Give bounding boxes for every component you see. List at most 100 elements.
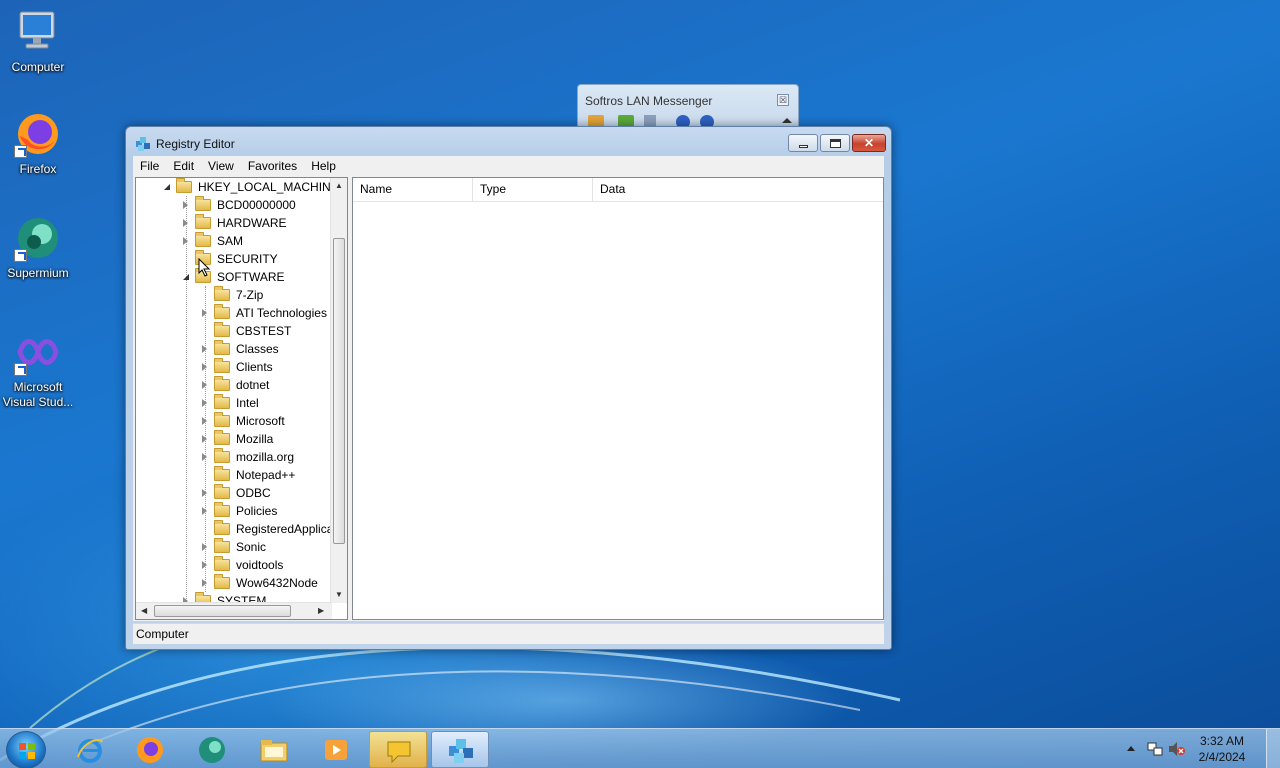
- folder-icon: [195, 196, 211, 211]
- folder-icon: [214, 484, 230, 499]
- scroll-thumb[interactable]: [333, 238, 345, 544]
- taskbar-supermium[interactable]: [183, 731, 241, 768]
- taskbar-file-explorer[interactable]: [245, 731, 303, 768]
- registry-editor-window[interactable]: Registry Editor ✕ File Edit View Favorit…: [125, 126, 892, 650]
- expand-arrow-icon[interactable]: [202, 579, 207, 587]
- maximize-icon: [830, 139, 841, 148]
- minimize-button[interactable]: [788, 134, 818, 152]
- tree-node-label: Clients: [236, 360, 273, 374]
- registry-editor-icon: [136, 137, 150, 151]
- expand-arrow-icon[interactable]: [202, 381, 207, 389]
- menu-view[interactable]: View: [201, 159, 241, 173]
- expand-arrow-icon[interactable]: [202, 543, 207, 551]
- taskbar-firefox[interactable]: [121, 731, 179, 768]
- show-desktop-button[interactable]: [1266, 729, 1280, 768]
- close-button[interactable]: ✕: [852, 134, 886, 152]
- taskbar-lan-messenger[interactable]: [369, 731, 427, 768]
- file-explorer-icon: [260, 740, 288, 762]
- maximize-button[interactable]: [820, 134, 850, 152]
- expand-arrow-icon[interactable]: [202, 435, 207, 443]
- menu-favorites[interactable]: Favorites: [241, 159, 304, 173]
- tree-node-label: Policies: [236, 504, 278, 518]
- tree-node-label: CBSTEST: [236, 324, 292, 338]
- expand-arrow-icon[interactable]: [202, 309, 207, 317]
- show-hidden-icons-icon[interactable]: [1127, 746, 1135, 751]
- folder-icon: [214, 520, 230, 535]
- taskbar-registry-editor[interactable]: [431, 731, 489, 768]
- folder-icon: [214, 538, 230, 553]
- key-tree[interactable]: HKEY_LOCAL_MACHINE BCD00000000 HARDWARE …: [135, 177, 348, 620]
- expand-arrow-icon[interactable]: [202, 399, 207, 407]
- folder-icon: [214, 322, 230, 337]
- taskbar-media-player[interactable]: [307, 731, 365, 768]
- scroll-right-icon[interactable]: ▶: [318, 606, 324, 615]
- visual-studio-icon: [14, 328, 62, 376]
- title-bar[interactable]: Registry Editor ✕: [126, 127, 891, 157]
- taskbar-internet-explorer[interactable]: [61, 731, 119, 768]
- tree-node-label: ATI Technologies: [236, 306, 327, 320]
- expand-arrow-icon[interactable]: [202, 453, 207, 461]
- tree-node-label: Wow6432Node: [236, 576, 318, 590]
- tree-node-label: RegisteredApplica: [236, 522, 334, 536]
- desktop-icon-label-line2: Visual Stud...: [2, 395, 74, 409]
- clock-date: 2/4/2024: [1198, 750, 1246, 764]
- folder-icon: [214, 376, 230, 391]
- tree-node-label: Sonic: [236, 540, 267, 554]
- folder-icon: [214, 466, 230, 481]
- scroll-left-icon[interactable]: ◀: [141, 606, 147, 615]
- expand-arrow-icon[interactable]: [202, 417, 207, 425]
- clock-time: 3:32 AM: [1199, 734, 1245, 748]
- media-player-icon: [325, 740, 347, 760]
- folder-icon: [214, 574, 230, 589]
- clock[interactable]: 3:32 AM 2/4/2024: [1192, 733, 1252, 765]
- editor-body: HKEY_LOCAL_MACHINE BCD00000000 HARDWARE …: [133, 176, 884, 621]
- collapse-icon[interactable]: [782, 118, 792, 123]
- folder-icon: [214, 556, 230, 571]
- desktop-icon-supermium[interactable]: Supermium: [0, 214, 76, 281]
- expand-arrow-icon[interactable]: [183, 219, 188, 227]
- menu-file[interactable]: File: [133, 159, 166, 173]
- tree-node-label: 7-Zip: [236, 288, 264, 302]
- volume-muted-icon[interactable]: [1168, 741, 1186, 757]
- collapse-arrow-icon[interactable]: [183, 274, 189, 280]
- tree-node-label: HKEY_LOCAL_MACHINE: [198, 180, 339, 194]
- desktop-icon-visual-studio[interactable]: Microsoft Visual Stud...: [0, 328, 76, 410]
- value-list[interactable]: Name Type Data: [352, 177, 884, 620]
- folder-icon: [214, 358, 230, 373]
- tree-horizontal-scrollbar[interactable]: ◀ ▶: [136, 602, 332, 619]
- scroll-up-icon[interactable]: ▲: [335, 181, 343, 190]
- tree-vertical-scrollbar[interactable]: ▲ ▼: [330, 178, 347, 603]
- scroll-down-icon[interactable]: ▼: [335, 590, 343, 599]
- network-icon[interactable]: [1147, 741, 1163, 757]
- tree-node-label: ODBC: [236, 486, 271, 500]
- tree-node-label: SAM: [217, 234, 244, 248]
- supermium-icon: [14, 214, 62, 262]
- taskbar: 3:32 AM 2/4/2024: [0, 728, 1280, 768]
- expand-arrow-icon[interactable]: [202, 507, 207, 515]
- collapse-arrow-icon[interactable]: [164, 184, 170, 190]
- expand-arrow-icon[interactable]: [202, 489, 207, 497]
- expand-arrow-icon[interactable]: [202, 363, 207, 371]
- column-header-data[interactable]: Data: [593, 178, 883, 201]
- expand-arrow-icon[interactable]: [183, 201, 188, 209]
- expand-arrow-icon[interactable]: [183, 237, 188, 245]
- column-header-type[interactable]: Type: [473, 178, 593, 201]
- start-button[interactable]: [6, 731, 46, 768]
- desktop-icon-label-line1: Microsoft: [13, 380, 63, 394]
- lan-messenger-window[interactable]: Softros LAN Messenger ☒: [577, 84, 799, 132]
- windows-logo-icon: [19, 743, 35, 759]
- shortcut-arrow-icon: [14, 363, 27, 376]
- desktop-icon-label: Supermium: [7, 266, 69, 280]
- menu-edit[interactable]: Edit: [166, 159, 201, 173]
- lan-messenger-close-button[interactable]: ☒: [777, 94, 789, 106]
- folder-icon: [214, 412, 230, 427]
- firefox-icon: [137, 737, 163, 763]
- menu-help[interactable]: Help: [304, 159, 343, 173]
- desktop-icon-firefox[interactable]: Firefox: [0, 110, 76, 177]
- desktop-icon-computer[interactable]: Computer: [0, 8, 76, 75]
- scroll-thumb[interactable]: [154, 605, 291, 617]
- column-header-name[interactable]: Name: [353, 178, 473, 201]
- lan-messenger-icon: [387, 741, 411, 764]
- expand-arrow-icon[interactable]: [202, 345, 207, 353]
- expand-arrow-icon[interactable]: [202, 561, 207, 569]
